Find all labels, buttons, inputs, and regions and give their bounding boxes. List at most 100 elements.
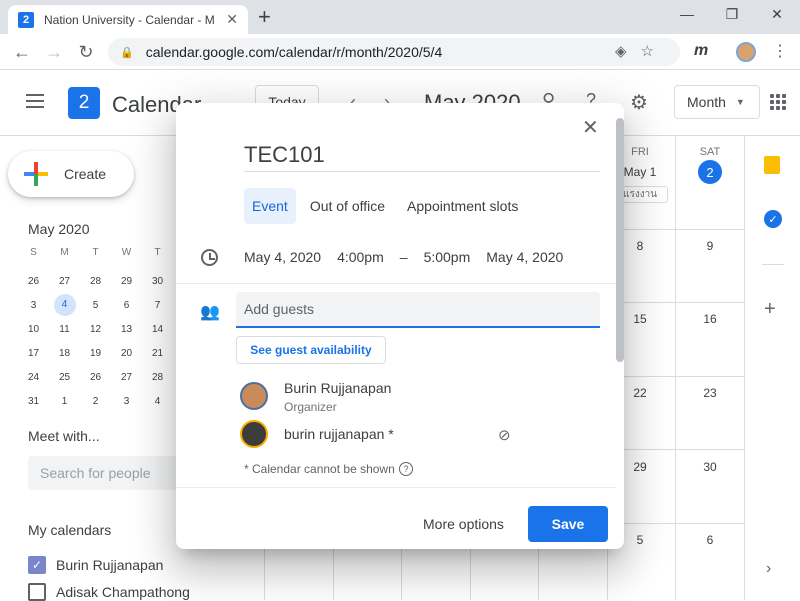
mini-day[interactable]: 18 [49,348,80,359]
my-calendars-title: My calendars [28,522,112,538]
start-time[interactable]: 4:00pm [337,249,384,265]
start-date[interactable]: May 4, 2020 [244,249,321,265]
checkbox-checked-icon[interactable]: ✓ [28,556,46,574]
mini-day[interactable]: 26 [18,276,49,287]
reload-icon[interactable]: ↻ [74,41,98,63]
mini-day[interactable]: 31 [18,396,49,407]
tab-event[interactable]: Event [244,188,296,224]
mini-day[interactable]: 26 [80,372,111,383]
mini-day[interactable]: 21 [142,348,173,359]
mini-day[interactable]: 12 [80,324,111,335]
day-number[interactable]: 23 [676,386,744,400]
minimize-icon[interactable]: — [672,6,702,22]
mini-day[interactable]: 27 [49,276,80,287]
end-date[interactable]: May 4, 2020 [486,249,563,265]
url-bar[interactable]: 🔒 calendar.google.com/calendar/r/month/2… [108,38,680,66]
bookmark-star-icon[interactable]: ◈☆ [615,42,668,60]
mini-day[interactable]: 3 [111,396,142,407]
url-text: calendar.google.com/calendar/r/month/202… [145,44,443,60]
mini-day[interactable]: 30 [142,276,173,287]
tab-appointment-slots[interactable]: Appointment slots [399,188,526,224]
view-switcher[interactable]: Month ▼ [674,85,760,119]
info-icon[interactable]: ? [399,462,413,476]
mini-day[interactable]: 19 [80,348,111,359]
day-number[interactable]: 6 [676,533,744,547]
mini-weekday-row: S M T W T [18,245,174,269]
tasks-icon[interactable]: ✓ [764,210,782,228]
mini-day[interactable]: 28 [80,276,111,287]
mini-weekday: M [60,247,69,258]
mini-day[interactable]: 7 [142,300,173,311]
forward-icon[interactable]: → [42,41,66,63]
calendar-item[interactable]: ✓ Burin Rujjanapan [28,556,163,574]
mini-day[interactable]: 25 [49,372,80,383]
mini-weekday: T [154,247,161,258]
profile-avatar[interactable] [736,42,756,62]
google-apps-icon[interactable] [770,94,786,110]
checkbox-unchecked-icon[interactable] [28,583,46,601]
close-icon[interactable]: ✕ [582,118,599,138]
tab-title: Nation University - Calendar - M [44,12,215,27]
new-tab-icon[interactable]: + [258,6,271,28]
create-label: Create [64,166,107,182]
mini-day[interactable]: 17 [18,348,49,359]
close-tab-icon[interactable]: ✕ [226,11,238,28]
save-button[interactable]: Save [528,506,608,542]
add-addon-icon[interactable]: + [764,298,776,321]
event-title-input[interactable]: TEC101 [244,142,600,172]
more-options-button[interactable]: More options [414,508,513,540]
mini-day[interactable]: 6 [111,300,142,311]
main-menu-icon[interactable] [26,94,44,108]
back-icon[interactable]: ← [10,41,34,63]
create-plus-icon [24,162,48,186]
mini-day[interactable]: 20 [111,348,142,359]
tab-out-of-office[interactable]: Out of office [302,188,393,224]
settings-gear-icon[interactable]: ⚙ [630,90,648,115]
mini-day[interactable]: 14 [142,324,173,335]
calendar-name: Burin Rujjanapan [56,557,164,573]
eye-off-icon[interactable]: ⊘ [498,426,511,444]
extension-m-icon[interactable]: m [694,42,708,60]
calendar-item[interactable]: Adisak Champathong [28,583,190,601]
browser-menu-icon[interactable]: ⋮ [772,41,788,61]
mini-day[interactable]: 4 [142,396,173,407]
day-header-sat: SAT [699,146,721,158]
restore-icon[interactable]: ❐ [717,6,747,23]
create-button[interactable]: Create [8,151,134,197]
mini-day[interactable]: 10 [18,324,49,335]
mini-day[interactable]: 24 [18,372,49,383]
lock-icon: 🔒 [120,46,134,59]
today-date-badge[interactable]: 2 [698,160,722,184]
calendar-favicon-icon: 2 [18,11,34,28]
calendar-logo-icon: 2 [68,87,100,119]
chevron-right-icon[interactable]: › [766,560,771,578]
chevron-down-icon: ▼ [735,97,745,107]
mini-day[interactable]: 1 [49,396,80,407]
time-separator: – [399,249,408,265]
mini-day[interactable]: 29 [111,276,142,287]
browser-tab[interactable]: 2 Nation University - Calendar - M ✕ [8,5,248,34]
mini-day-selected[interactable]: 4 [53,294,76,316]
meet-with-title: Meet with... [28,428,100,444]
mini-weekday: T [92,247,99,258]
mini-day[interactable]: 28 [142,372,173,383]
dialog-scrollbar[interactable] [616,118,624,362]
day-number[interactable]: 30 [676,460,744,474]
mini-day[interactable]: 27 [111,372,142,383]
day-number[interactable]: 9 [676,239,744,253]
add-guests-input[interactable]: Add guests [236,292,600,328]
mini-day[interactable]: 13 [111,324,142,335]
end-time[interactable]: 5:00pm [424,249,471,265]
guest-name: burin rujjanapan * [284,426,394,442]
day-number[interactable]: 16 [676,312,744,326]
mini-day[interactable]: 3 [18,300,49,311]
close-window-icon[interactable]: ✕ [762,6,792,23]
keep-icon[interactable] [764,156,780,174]
mini-day[interactable]: 2 [80,396,111,407]
mini-day[interactable]: 5 [80,300,111,311]
see-availability-button[interactable]: See guest availability [236,336,386,364]
dialog-divider [176,283,616,284]
avatar [240,382,268,410]
mini-day[interactable]: 11 [49,324,80,335]
event-chip[interactable]: แรงงาน [620,186,668,203]
